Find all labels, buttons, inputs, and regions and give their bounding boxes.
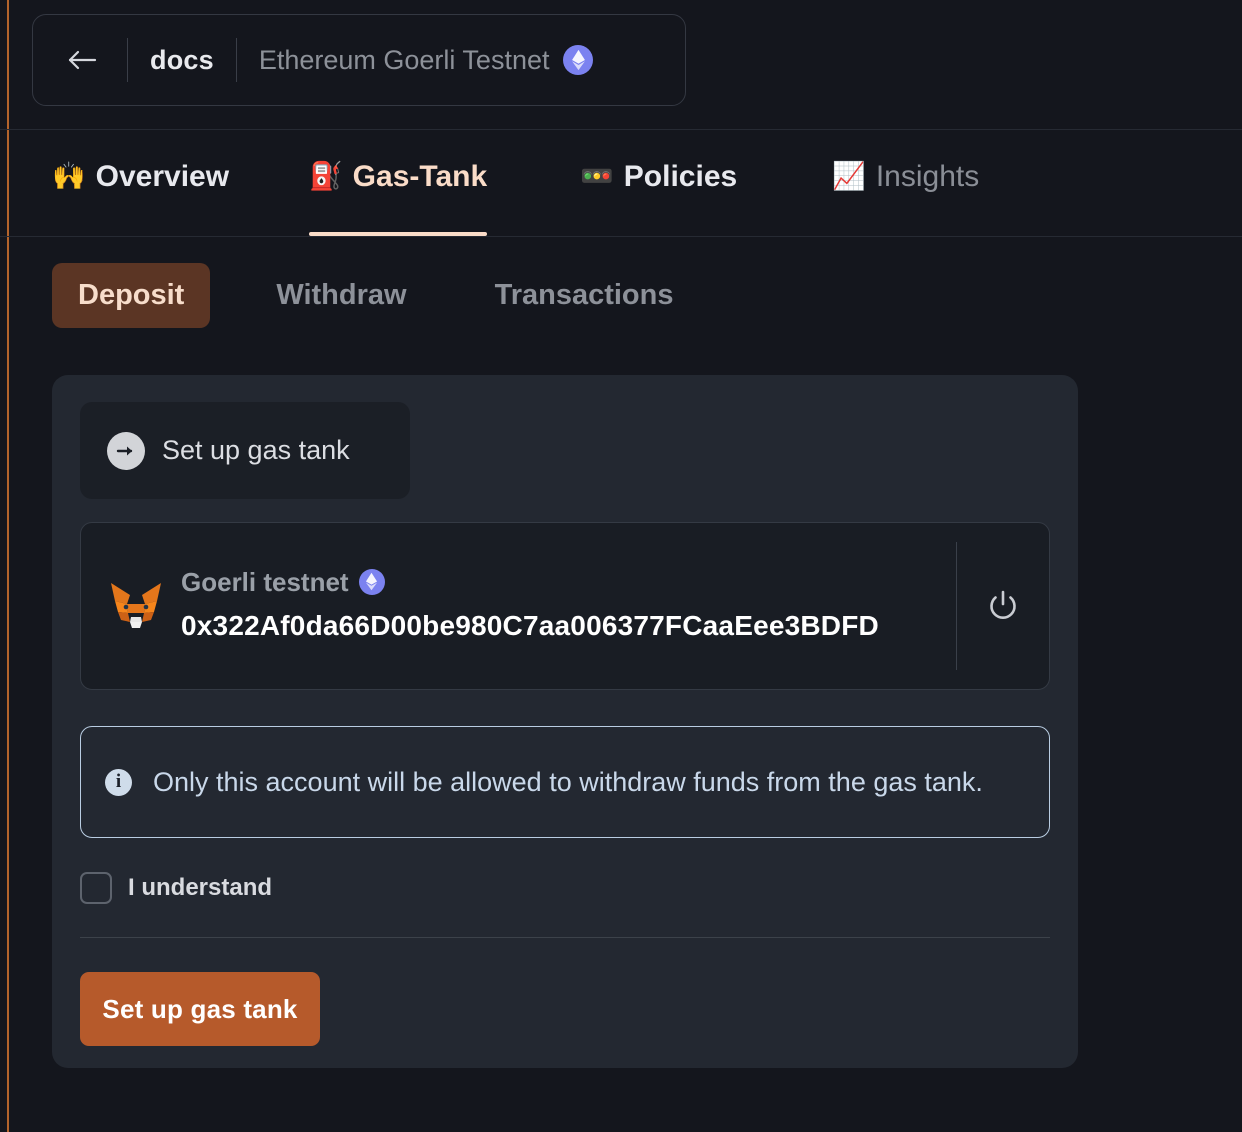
ethereum-icon <box>358 568 385 595</box>
gas-tank-setup-card: Set up gas tank Goerli testnet 0x322Af0d… <box>52 375 1078 1068</box>
info-icon: i <box>105 768 132 796</box>
i-understand-label: I understand <box>128 874 273 901</box>
info-callout-text: Only this account will be allowed to wit… <box>153 767 983 797</box>
breadcrumb-app-name[interactable]: docs <box>150 45 214 76</box>
i-understand-row[interactable]: I understand <box>80 872 272 904</box>
account-network-label: Goerli testnet <box>181 566 349 597</box>
i-understand-checkbox[interactable] <box>80 872 112 904</box>
tab-policies[interactable]: 🚥 Policies <box>580 130 737 236</box>
active-tab-underline <box>309 232 488 236</box>
tab-insights-label: Insights <box>875 160 980 193</box>
header-bar: docs Ethereum Goerli Testnet <box>0 0 1242 130</box>
account-network-row: Goerli testnet <box>181 565 938 599</box>
subtab-transactions[interactable]: Transactions <box>495 263 674 328</box>
connected-account-box: Goerli testnet 0x322Af0da66D00be980C7aa0… <box>80 522 1050 690</box>
ethereum-icon <box>563 45 594 75</box>
card-divider <box>80 937 1050 938</box>
traffic-light-icon: 🚥 <box>580 161 614 192</box>
tab-policies-label: Policies <box>623 160 738 193</box>
sub-tab-bar: Deposit Withdraw Transactions <box>52 263 673 328</box>
info-callout: i Only this account will be allowed to w… <box>80 726 1050 838</box>
setup-gas-tank-step-label: Set up gas tank <box>162 435 350 465</box>
account-address[interactable]: 0x322Af0da66D00be980C7aa006377FCaaEee3BD… <box>181 603 938 648</box>
tab-overview[interactable]: 🙌 Overview <box>52 130 229 236</box>
account-details: Goerli testnet 0x322Af0da66D00be980C7aa0… <box>181 565 956 648</box>
breadcrumb-divider-1 <box>127 38 128 82</box>
app-root: docs Ethereum Goerli Testnet 🙌 Overview … <box>0 0 1242 1132</box>
tab-gas-tank[interactable]: ⛽ Gas-Tank <box>309 130 488 236</box>
set-up-gas-tank-button[interactable]: Set up gas tank <box>80 972 320 1046</box>
subtab-deposit[interactable]: Deposit <box>52 263 211 328</box>
setup-gas-tank-step[interactable]: Set up gas tank <box>80 402 410 499</box>
main-tab-bar: 🙌 Overview ⛽ Gas-Tank 🚥 Policies 📈 Insig… <box>0 130 1242 237</box>
raising-hands-icon: 🙌 <box>52 161 86 192</box>
power-icon[interactable] <box>957 586 1049 626</box>
subtab-withdraw[interactable]: Withdraw <box>276 263 406 328</box>
breadcrumb-divider-2 <box>235 38 237 82</box>
breadcrumb-network-name: Ethereum Goerli Testnet <box>258 44 550 75</box>
fuel-pump-icon: ⛽ <box>309 161 343 192</box>
tab-overview-label: Overview <box>95 160 230 193</box>
arrow-left-icon[interactable] <box>59 37 105 83</box>
arrow-right-circle-icon <box>107 431 145 470</box>
metamask-fox-icon <box>107 579 165 633</box>
tab-insights[interactable]: 📈 Insights <box>832 130 979 236</box>
breadcrumb: docs Ethereum Goerli Testnet <box>32 14 686 106</box>
chart-increasing-icon: 📈 <box>832 161 866 192</box>
tab-gas-tank-label: Gas-Tank <box>352 160 488 193</box>
